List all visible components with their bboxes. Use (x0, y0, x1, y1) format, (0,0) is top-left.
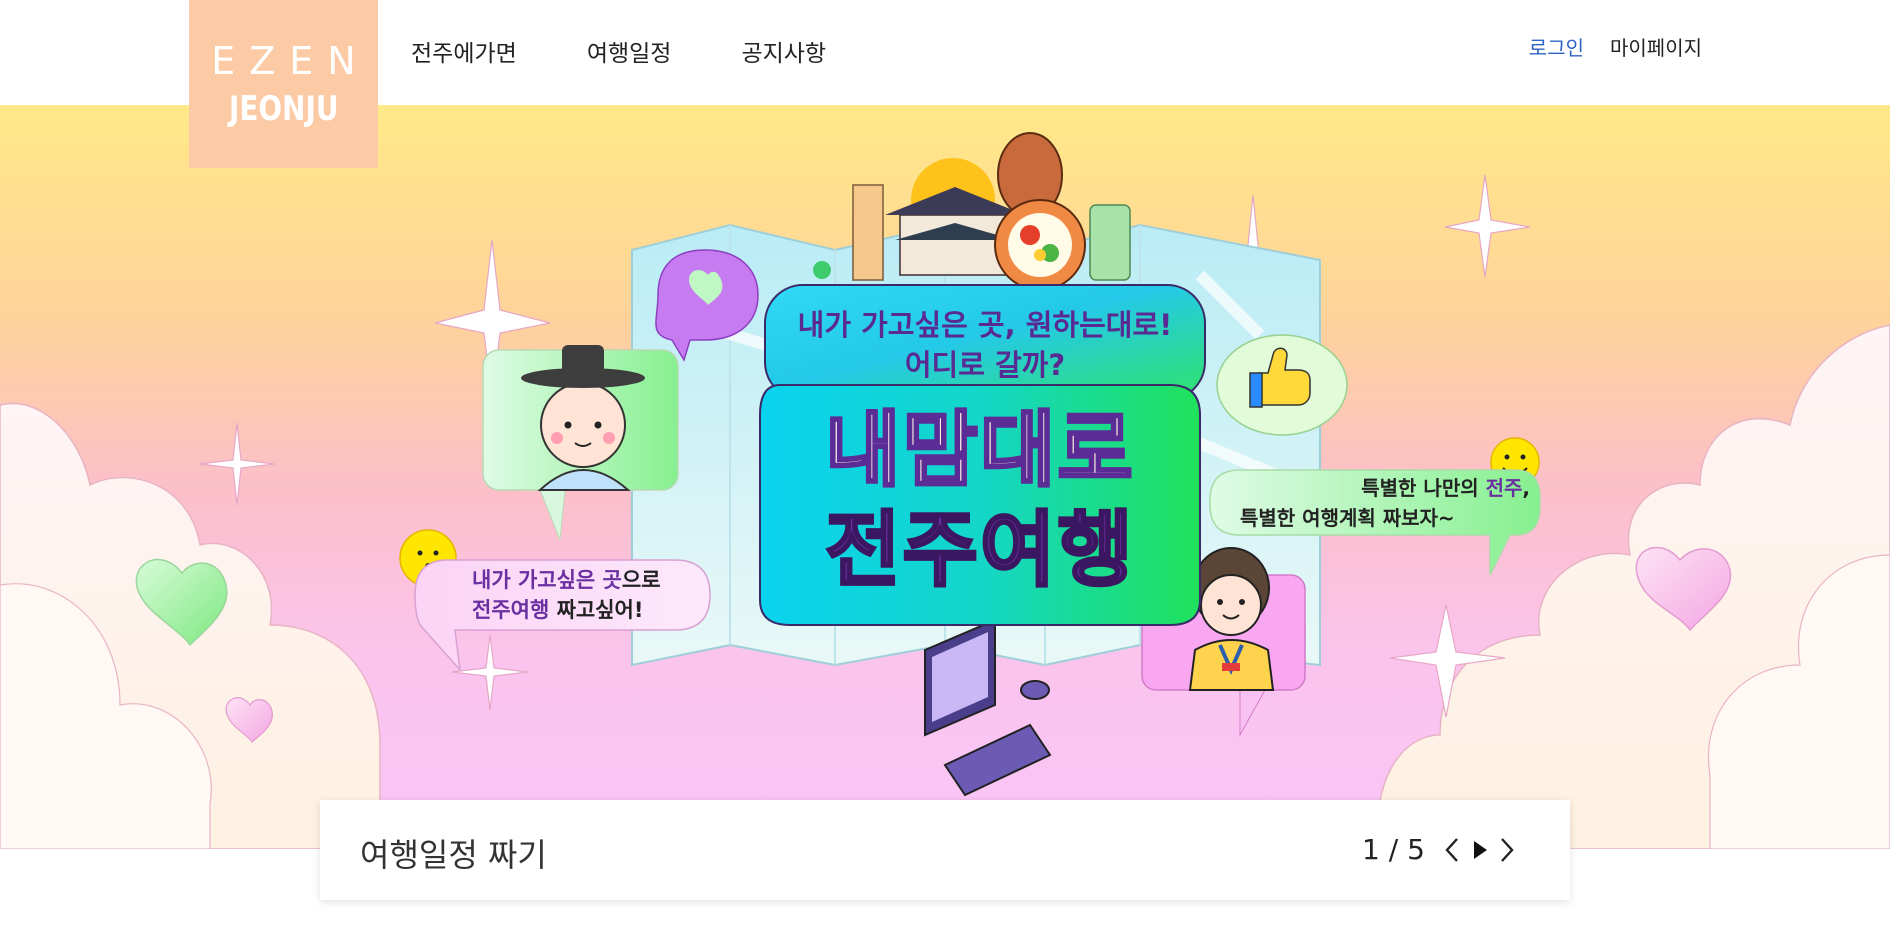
play-icon (1474, 841, 1487, 859)
slide-current: 1 (1362, 833, 1380, 866)
banner-headline-line1: 내가 가고싶은 곳, 원하는대로! (797, 308, 1173, 342)
slide-counter: 1 / 5 (1362, 833, 1425, 866)
nav-item-notice[interactable]: 공지사항 (741, 34, 826, 68)
chevron-left-icon (1445, 838, 1458, 862)
bubble-left-text: 내가 가고싶은 곳으로 전주여행 짜고싶어! (472, 565, 712, 625)
utility-links: 로그인 마이페이지 (1529, 32, 1702, 61)
bubble-right-text: 특별한 나만의 전주, 특별한 여행계획 짜보자~ (1240, 473, 1530, 533)
slide-play-button[interactable] (1465, 832, 1495, 868)
bubble-left-line1: 내가 가고싶은 곳으로 (472, 565, 712, 595)
slide-title: 여행일정 짜기 (360, 836, 547, 874)
bubble-right-line2: 특별한 여행계획 짜보자~ (1240, 506, 1455, 530)
banner-title-main: 내맘대로 전주여행 (760, 401, 1200, 601)
banner-title-line1: 내맘대로 (824, 402, 1135, 500)
slide-prev-button[interactable] (1437, 832, 1467, 868)
banner-headline: 내가 가고싶은 곳, 원하는대로! 어디로 갈까? (765, 305, 1205, 385)
mypage-link[interactable]: 마이페이지 (1610, 32, 1702, 61)
bubble-left-line1-b: 으로 (621, 568, 661, 592)
logo-text-top: EZEN (211, 39, 370, 83)
bubble-left-line2: 전주여행 짜고싶어! (472, 595, 712, 625)
bubble-right-line1-b: 전주 (1485, 476, 1523, 500)
slider-control-bar: 여행일정 짜기 1 / 5 (320, 800, 1570, 900)
bubble-left-line2-b: 짜고싶어! (549, 598, 644, 622)
slide-separator: / (1379, 833, 1408, 866)
cloud-right (1377, 324, 1890, 849)
banner-title-line2: 전주여행 (824, 502, 1135, 600)
slide-total: 5 (1407, 833, 1425, 866)
slide-next-button[interactable] (1492, 832, 1522, 868)
site-logo[interactable]: EZEN JEONJU (189, 0, 378, 168)
bubble-right-line1-a: 특별한 나만의 (1361, 476, 1486, 500)
main-nav: 전주에가면 여행일정 공지사항 (411, 34, 896, 68)
thumbs-up-bubble (1216, 334, 1348, 436)
bubble-left-line1-a: 내가 가고싶은 곳 (472, 568, 622, 592)
chevron-right-icon (1501, 838, 1514, 862)
banner-headline-line2: 어디로 갈까? (904, 348, 1066, 382)
login-link[interactable]: 로그인 (1529, 32, 1584, 61)
logo-text-bottom: JEONJU (228, 89, 339, 129)
nav-item-schedule[interactable]: 여행일정 (587, 34, 672, 68)
bubble-right-line1-c: , (1522, 476, 1530, 500)
hero-banner: 내가 가고싶은 곳, 원하는대로! 어디로 갈까? 내맘대로 전주여행 특별한 … (0, 105, 1890, 849)
bubble-right-line1: 특별한 나만의 전주, (1240, 473, 1530, 503)
bubble-left-line2-a: 전주여행 (472, 598, 550, 622)
nav-item-jeonju[interactable]: 전주에가면 (411, 34, 517, 68)
